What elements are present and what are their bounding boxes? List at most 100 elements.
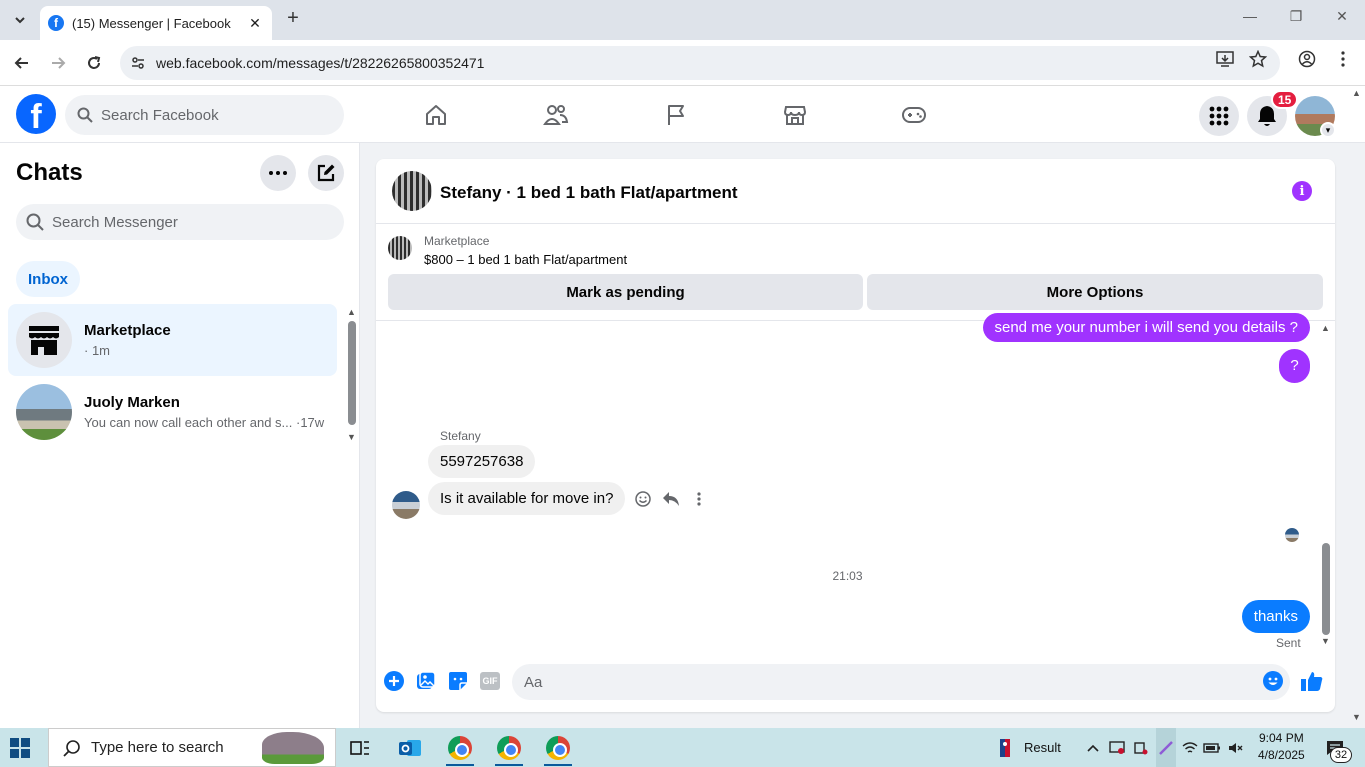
conversation-title[interactable]: Stefany · 1 bed 1 bath Flat/apartment <box>440 183 738 203</box>
address-bar-row: web.facebook.com/messages/t/282262658003… <box>0 40 1365 86</box>
chat-name: Juoly Marken <box>84 394 180 411</box>
chats-options-button[interactable] <box>260 155 296 191</box>
tray-app-icon[interactable] <box>1108 739 1126 757</box>
mark-as-pending-button[interactable]: Mark as pending <box>388 274 863 310</box>
message-composer: GIF Aa <box>376 656 1335 712</box>
chats-scrollbar-thumb[interactable] <box>348 321 356 425</box>
facebook-search-input[interactable]: Search Facebook <box>65 95 344 135</box>
show-hidden-icons-chevron-icon[interactable] <box>1084 739 1102 757</box>
outgoing-message[interactable]: send me your number i will send you deta… <box>982 313 1310 342</box>
pen-workspace-icon[interactable] <box>1156 728 1176 767</box>
chrome-profile-3-icon[interactable] <box>546 736 570 760</box>
incoming-message[interactable]: 5597257638 <box>428 445 536 478</box>
tray-camera-icon[interactable] <box>1132 739 1150 757</box>
back-icon[interactable] <box>9 50 35 76</box>
browser-tab[interactable]: f (15) Messenger | Facebook ✕ <box>40 6 272 40</box>
message-input[interactable]: Aa <box>512 664 1290 700</box>
more-vertical-icon[interactable] <box>688 488 710 510</box>
home-icon[interactable] <box>420 100 452 130</box>
active-app-indicator <box>446 764 474 766</box>
site-info-icon[interactable] <box>120 55 156 71</box>
more-actions-plus-icon[interactable] <box>383 670 405 692</box>
chat-item-juoly-marken[interactable]: Juoly Marken You can now call each other… <box>8 376 337 448</box>
chat-preview: You can now call each other and s... ·17… <box>84 415 325 430</box>
tab-title: (15) Messenger | Facebook <box>72 15 231 31</box>
new-message-button[interactable] <box>308 155 344 191</box>
more-options-button[interactable]: More Options <box>867 274 1323 310</box>
message-list: send me your number i will send you deta… <box>376 313 1335 651</box>
tab-close-icon[interactable]: ✕ <box>244 15 266 32</box>
url-text: web.facebook.com/messages/t/282262658003… <box>156 55 485 71</box>
pages-flag-icon[interactable] <box>660 100 692 130</box>
network-icon[interactable] <box>1181 739 1199 757</box>
chrome-profile-1-icon[interactable] <box>448 736 472 760</box>
profile-icon[interactable] <box>1296 48 1318 70</box>
marketplace-label: Marketplace <box>424 234 490 248</box>
conversation-panel: Stefany · 1 bed 1 bath Flat/apartment i … <box>376 159 1335 712</box>
conversation-header: Stefany · 1 bed 1 bath Flat/apartment i <box>376 159 1335 224</box>
marketplace-icon[interactable] <box>779 100 811 130</box>
reload-icon[interactable] <box>81 50 107 76</box>
gif-label: GIF <box>482 676 498 686</box>
messages-scrollbar-thumb[interactable] <box>1322 543 1330 635</box>
reply-icon[interactable] <box>660 488 682 510</box>
battery-icon[interactable] <box>1203 739 1221 757</box>
restore-icon[interactable]: ❐ <box>1284 8 1308 25</box>
messenger-search-placeholder: Search Messenger <box>52 213 178 231</box>
action-center-count-badge: 32 <box>1330 747 1352 763</box>
chrome-profile-2-icon[interactable] <box>497 736 521 760</box>
marketplace-store-icon <box>16 312 72 368</box>
bookmark-star-icon[interactable] <box>1247 48 1269 70</box>
new-tab-button[interactable]: + <box>282 8 304 30</box>
search-icon <box>63 739 80 757</box>
minimize-icon[interactable]: — <box>1238 8 1262 24</box>
listing-title[interactable]: $800 – 1 bed 1 bath Flat/apartment <box>424 252 627 267</box>
attach-photo-icon[interactable] <box>415 670 437 692</box>
sender-avatar[interactable] <box>392 491 420 519</box>
gif-icon[interactable]: GIF <box>479 670 501 692</box>
page-scroll-down-arrow-icon[interactable]: ▼ <box>1352 712 1361 722</box>
like-thumbs-up-icon[interactable] <box>1301 670 1323 692</box>
notification-count-badge: 15 <box>1271 90 1299 109</box>
messenger-search-input[interactable]: Search Messenger <box>16 204 344 240</box>
clock-time[interactable]: 9:04 PM <box>1259 731 1304 745</box>
page-scroll-up-arrow-icon[interactable]: ▲ <box>1352 88 1361 98</box>
task-view-icon[interactable] <box>348 736 372 760</box>
gaming-icon[interactable] <box>898 100 930 130</box>
react-emoji-icon[interactable] <box>632 488 654 510</box>
incoming-message[interactable]: Is it available for move in? <box>428 482 626 515</box>
sticker-icon[interactable] <box>447 670 469 692</box>
conversation-info-icon[interactable]: i <box>1292 181 1312 201</box>
messages-scroll-down-arrow-icon[interactable]: ▼ <box>1321 636 1330 646</box>
forward-icon[interactable] <box>45 50 71 76</box>
chats-scroll-down-arrow-icon[interactable]: ▼ <box>347 432 356 442</box>
emoji-icon[interactable] <box>1262 670 1284 692</box>
chats-scroll-up-arrow-icon[interactable]: ▲ <box>347 307 356 317</box>
chats-title: Chats <box>16 159 83 186</box>
outgoing-message[interactable]: thanks <box>1241 600 1310 633</box>
windows-start-icon[interactable] <box>10 738 30 758</box>
seen-receipt-avatar <box>1285 528 1299 542</box>
messages-scroll-up-arrow-icon[interactable]: ▲ <box>1321 323 1330 333</box>
listing-thumbnail[interactable] <box>388 236 412 260</box>
menu-grid-icon[interactable] <box>1199 96 1239 136</box>
browser-menu-icon[interactable] <box>1332 48 1354 70</box>
message-input-placeholder: Aa <box>524 673 543 691</box>
tab-search-dropdown-icon[interactable] <box>6 6 34 34</box>
clock-date[interactable]: 4/8/2025 <box>1258 748 1305 762</box>
account-chevron-down-icon[interactable]: ▾ <box>1320 122 1336 138</box>
window-close-icon[interactable]: ✕ <box>1330 8 1354 25</box>
outlook-icon[interactable] <box>398 736 422 760</box>
url-field[interactable]: web.facebook.com/messages/t/282262658003… <box>120 46 1280 80</box>
chat-item-marketplace[interactable]: Marketplace · 1m <box>8 304 337 376</box>
outgoing-message[interactable]: ? <box>1279 349 1310 383</box>
facebook-logo-icon[interactable]: f <box>16 94 56 134</box>
nba-news-icon[interactable] <box>996 739 1014 757</box>
install-app-icon[interactable] <box>1214 48 1236 70</box>
inbox-filter-tab[interactable]: Inbox <box>16 261 80 297</box>
friends-icon[interactable] <box>540 100 572 130</box>
news-widget-label[interactable]: Result <box>1024 740 1061 755</box>
facebook-search-placeholder: Search Facebook <box>101 106 219 124</box>
conversation-avatar[interactable] <box>392 171 432 211</box>
volume-muted-icon[interactable] <box>1227 739 1245 757</box>
